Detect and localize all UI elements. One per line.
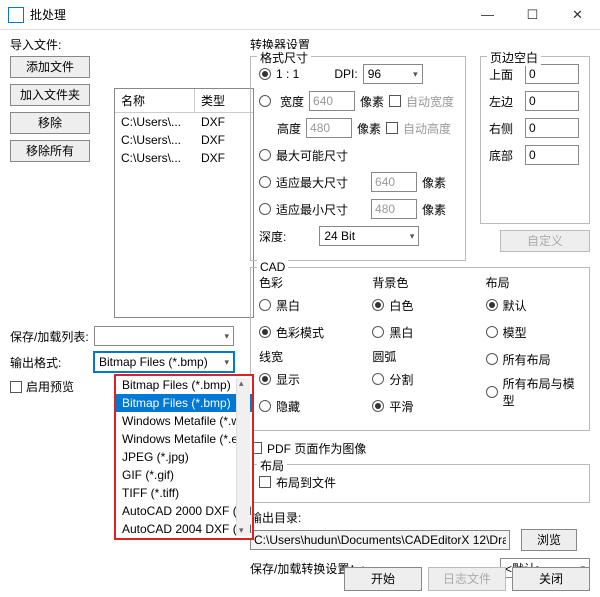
saveload-select[interactable]: ▾: [94, 326, 234, 346]
custom-button[interactable]: 自定义: [500, 230, 590, 252]
arc-smooth-radio[interactable]: [372, 400, 384, 412]
file-list[interactable]: 名称 类型 C:\Users\...DXF C:\Users\...DXF C:…: [114, 88, 254, 318]
layout2-legend: 布局: [257, 457, 287, 474]
remove-button[interactable]: 移除: [10, 112, 90, 134]
fit-min-radio[interactable]: [259, 203, 271, 215]
saveload-label: 保存/加载列表:: [10, 328, 90, 345]
enable-preview-check[interactable]: [10, 381, 22, 393]
app-icon: [8, 7, 24, 23]
auto-height-check[interactable]: [386, 122, 398, 134]
col-type[interactable]: 类型: [195, 89, 251, 112]
format-option[interactable]: AutoCAD 2004 DXF (*.dx: [116, 520, 252, 538]
format-size-legend: 格式尺寸: [257, 49, 311, 66]
fitmin-input[interactable]: [371, 199, 417, 219]
format-option[interactable]: AutoCAD 2000 DXF (*.dx: [116, 502, 252, 520]
list-item: C:\Users\...DXF: [115, 149, 253, 167]
auto-width-check[interactable]: [389, 95, 401, 107]
margin-right-input[interactable]: [525, 118, 579, 138]
enable-preview-label: 启用预览: [26, 378, 74, 395]
format-option[interactable]: Windows Metafile (*.em: [116, 430, 252, 448]
lw-show-radio[interactable]: [259, 373, 271, 385]
outdir-input[interactable]: [250, 530, 510, 550]
outfmt-label: 输出格式:: [10, 354, 90, 371]
output-format-select[interactable]: Bitmap Files (*.bmp)▾: [94, 352, 234, 372]
minimize-button[interactable]: —: [465, 0, 510, 30]
output-format-dropdown[interactable]: Bitmap Files (*.bmp) Bitmap Files (*.bmp…: [114, 374, 254, 540]
custom-size-radio[interactable]: [259, 95, 271, 107]
margin-bottom-input[interactable]: [525, 145, 579, 165]
close-button[interactable]: ✕: [555, 0, 600, 30]
format-option[interactable]: TIFF (*.tiff): [116, 484, 252, 502]
remove-all-button[interactable]: 移除所有: [10, 140, 90, 162]
lw-hide-radio[interactable]: [259, 400, 271, 412]
dpi-select[interactable]: 96▾: [363, 64, 423, 84]
browse-button[interactable]: 浏览: [521, 529, 577, 551]
add-folder-button[interactable]: 加入文件夹: [10, 84, 90, 106]
layout-default-radio[interactable]: [486, 299, 498, 311]
bg-black-radio[interactable]: [372, 326, 384, 338]
layout-allm-radio[interactable]: [486, 386, 498, 398]
list-item: C:\Users\...DXF: [115, 131, 253, 149]
width-input[interactable]: [309, 91, 355, 111]
format-option[interactable]: Bitmap Files (*.bmp): [116, 394, 252, 412]
margins-legend: 页边空白: [487, 49, 541, 66]
fit-max-radio[interactable]: [259, 176, 271, 188]
col-name[interactable]: 名称: [115, 89, 195, 112]
window-title: 批处理: [30, 6, 66, 23]
color-mode-radio[interactable]: [259, 326, 271, 338]
format-option[interactable]: Windows Metafile (*.wm: [116, 412, 252, 430]
dialog-close-button[interactable]: 关闭: [512, 567, 590, 591]
list-item: C:\Users\...DXF: [115, 113, 253, 131]
log-button[interactable]: 日志文件: [428, 567, 506, 591]
import-label: 导入文件:: [10, 36, 242, 53]
layout-model-radio[interactable]: [486, 326, 498, 338]
cad-legend: CAD: [257, 260, 288, 274]
color-bw-radio[interactable]: [259, 299, 271, 311]
ratio-1-1-radio[interactable]: [259, 68, 271, 80]
outdir-label: 输出目录:: [250, 509, 590, 526]
arc-split-radio[interactable]: [372, 373, 384, 385]
dropdown-scrollbar[interactable]: [236, 378, 250, 536]
height-input[interactable]: [306, 118, 352, 138]
start-button[interactable]: 开始: [344, 567, 422, 591]
margin-left-input[interactable]: [525, 91, 579, 111]
format-option[interactable]: JPEG (*.jpg): [116, 448, 252, 466]
format-option[interactable]: GIF (*.gif): [116, 466, 252, 484]
depth-select[interactable]: 24 Bit▾: [319, 226, 419, 246]
max-size-radio[interactable]: [259, 149, 271, 161]
layout-to-file-check[interactable]: [259, 476, 271, 488]
layout-all-radio[interactable]: [486, 353, 498, 365]
margin-top-input[interactable]: [525, 64, 579, 84]
maximize-button[interactable]: ☐: [510, 0, 555, 30]
bg-white-radio[interactable]: [372, 299, 384, 311]
add-file-button[interactable]: 添加文件: [10, 56, 90, 78]
fitmax-input[interactable]: [371, 172, 417, 192]
